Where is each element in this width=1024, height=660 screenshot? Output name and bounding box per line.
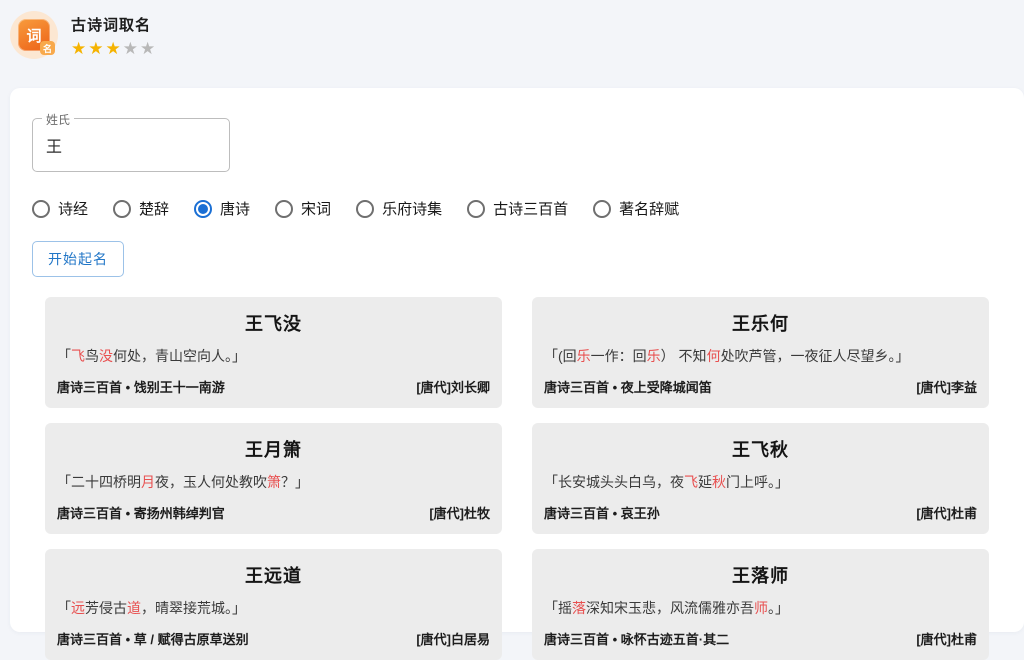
result-source: 唐诗三百首 • 草 / 赋得古原草送别 <box>57 629 249 648</box>
result-quote: 「飞鸟没何处，青山空向人。」 <box>57 346 490 366</box>
source-radio-label: 古诗三百首 <box>493 198 568 219</box>
surname-label: 姓氏 <box>42 111 74 128</box>
source-radio-label: 唐诗 <box>220 198 250 219</box>
result-quote: 「长安城头头白乌，夜飞延秋门上呼。」 <box>544 472 977 492</box>
radio-icon[interactable] <box>593 200 611 218</box>
radio-icon[interactable] <box>113 200 131 218</box>
result-card: 王远道 「远芳侵古道，晴翠接荒城。」 唐诗三百首 • 草 / 赋得古原草送别 [… <box>45 549 502 660</box>
source-radio-option[interactable]: 乐府诗集 <box>356 198 442 219</box>
source-radio-option[interactable]: 唐诗 <box>194 198 250 219</box>
main-panel: 姓氏 诗经 楚辞 唐诗 宋词 乐府诗集 古诗三百首 著名辞赋 开始起名 王飞没 … <box>10 88 1024 632</box>
source-radio-option[interactable]: 古诗三百首 <box>467 198 568 219</box>
app-logo: 词 名 <box>10 11 58 59</box>
result-source-row: 唐诗三百首 • 草 / 赋得古原草送别 [唐代]白居易 <box>57 629 490 648</box>
result-author: [唐代]杜牧 <box>429 503 490 522</box>
result-card: 王飞秋 「长安城头头白乌，夜飞延秋门上呼。」 唐诗三百首 • 哀王孙 [唐代]杜… <box>532 423 989 534</box>
start-naming-button[interactable]: 开始起名 <box>32 241 124 277</box>
result-name: 王飞没 <box>57 310 490 336</box>
result-name: 王远道 <box>57 562 490 588</box>
result-name: 王飞秋 <box>544 436 977 462</box>
result-source-row: 唐诗三百首 • 咏怀古迹五首·其二 [唐代]杜甫 <box>544 629 977 648</box>
result-quote: 「(回乐一作：回乐） 不知何处吹芦管，一夜征人尽望乡。」 <box>544 346 977 366</box>
header-text: 古诗词取名 ★★★★★ <box>71 11 157 57</box>
rating-stars[interactable]: ★★★★★ <box>71 40 157 57</box>
result-source: 唐诗三百首 • 夜上受降城闻笛 <box>544 377 712 396</box>
result-quote: 「摇落深知宋玉悲，风流儒雅亦吾师。」 <box>544 598 977 618</box>
star-icon[interactable]: ★ <box>88 39 105 58</box>
result-name: 王乐何 <box>544 310 977 336</box>
source-radio-label: 宋词 <box>301 198 331 219</box>
result-quote: 「二十四桥明月夜，玉人何处教吹箫？」 <box>57 472 490 492</box>
app-header: 词 名 古诗词取名 ★★★★★ <box>10 11 157 59</box>
result-source: 唐诗三百首 • 寄扬州韩绰判官 <box>57 503 225 522</box>
radio-icon[interactable] <box>194 200 212 218</box>
result-source-row: 唐诗三百首 • 夜上受降城闻笛 [唐代]李益 <box>544 377 977 396</box>
result-source: 唐诗三百首 • 哀王孙 <box>544 503 660 522</box>
source-radio-option[interactable]: 宋词 <box>275 198 331 219</box>
source-radio-label: 乐府诗集 <box>382 198 442 219</box>
result-author: [唐代]白居易 <box>416 629 490 648</box>
surname-field: 姓氏 <box>32 118 230 172</box>
star-icon[interactable]: ★ <box>71 39 88 58</box>
source-radio-label: 楚辞 <box>139 198 169 219</box>
star-icon[interactable]: ★ <box>106 39 123 58</box>
result-name: 王月箫 <box>57 436 490 462</box>
source-radio-option[interactable]: 著名辞赋 <box>593 198 679 219</box>
result-card: 王落师 「摇落深知宋玉悲，风流儒雅亦吾师。」 唐诗三百首 • 咏怀古迹五首·其二… <box>532 549 989 660</box>
logo-badge-char: 名 <box>40 41 55 55</box>
app-logo-icon: 词 名 <box>18 19 50 51</box>
page: 词 名 古诗词取名 ★★★★★ 姓氏 诗经 楚辞 唐诗 宋词 乐府诗集 <box>0 0 1024 640</box>
source-radio-option[interactable]: 楚辞 <box>113 198 169 219</box>
radio-icon[interactable] <box>275 200 293 218</box>
radio-icon[interactable] <box>32 200 50 218</box>
result-author: [唐代]杜甫 <box>916 629 977 648</box>
result-source: 唐诗三百首 • 咏怀古迹五首·其二 <box>544 629 729 648</box>
source-radio-option[interactable]: 诗经 <box>32 198 88 219</box>
result-card: 王乐何 「(回乐一作：回乐） 不知何处吹芦管，一夜征人尽望乡。」 唐诗三百首 •… <box>532 297 989 408</box>
radio-icon[interactable] <box>467 200 485 218</box>
result-author: [唐代]李益 <box>916 377 977 396</box>
star-icon[interactable]: ★ <box>140 39 157 58</box>
source-radio-group: 诗经 楚辞 唐诗 宋词 乐府诗集 古诗三百首 著名辞赋 <box>32 198 1024 219</box>
results-grid: 王飞没 「飞鸟没何处，青山空向人。」 唐诗三百首 • 饯别王十一南游 [唐代]刘… <box>45 297 989 660</box>
result-author: [唐代]刘长卿 <box>416 377 490 396</box>
result-source-row: 唐诗三百首 • 寄扬州韩绰判官 [唐代]杜牧 <box>57 503 490 522</box>
result-source-row: 唐诗三百首 • 饯别王十一南游 [唐代]刘长卿 <box>57 377 490 396</box>
result-author: [唐代]杜甫 <box>916 503 977 522</box>
logo-main-char: 词 <box>26 25 41 46</box>
radio-icon[interactable] <box>356 200 374 218</box>
result-quote: 「远芳侵古道，晴翠接荒城。」 <box>57 598 490 618</box>
star-icon[interactable]: ★ <box>123 39 140 58</box>
result-card: 王月箫 「二十四桥明月夜，玉人何处教吹箫？」 唐诗三百首 • 寄扬州韩绰判官 [… <box>45 423 502 534</box>
result-card: 王飞没 「飞鸟没何处，青山空向人。」 唐诗三百首 • 饯别王十一南游 [唐代]刘… <box>45 297 502 408</box>
source-radio-label: 诗经 <box>58 198 88 219</box>
page-title: 古诗词取名 <box>71 14 157 35</box>
result-source-row: 唐诗三百首 • 哀王孙 [唐代]杜甫 <box>544 503 977 522</box>
result-source: 唐诗三百首 • 饯别王十一南游 <box>57 377 225 396</box>
source-radio-label: 著名辞赋 <box>619 198 679 219</box>
result-name: 王落师 <box>544 562 977 588</box>
